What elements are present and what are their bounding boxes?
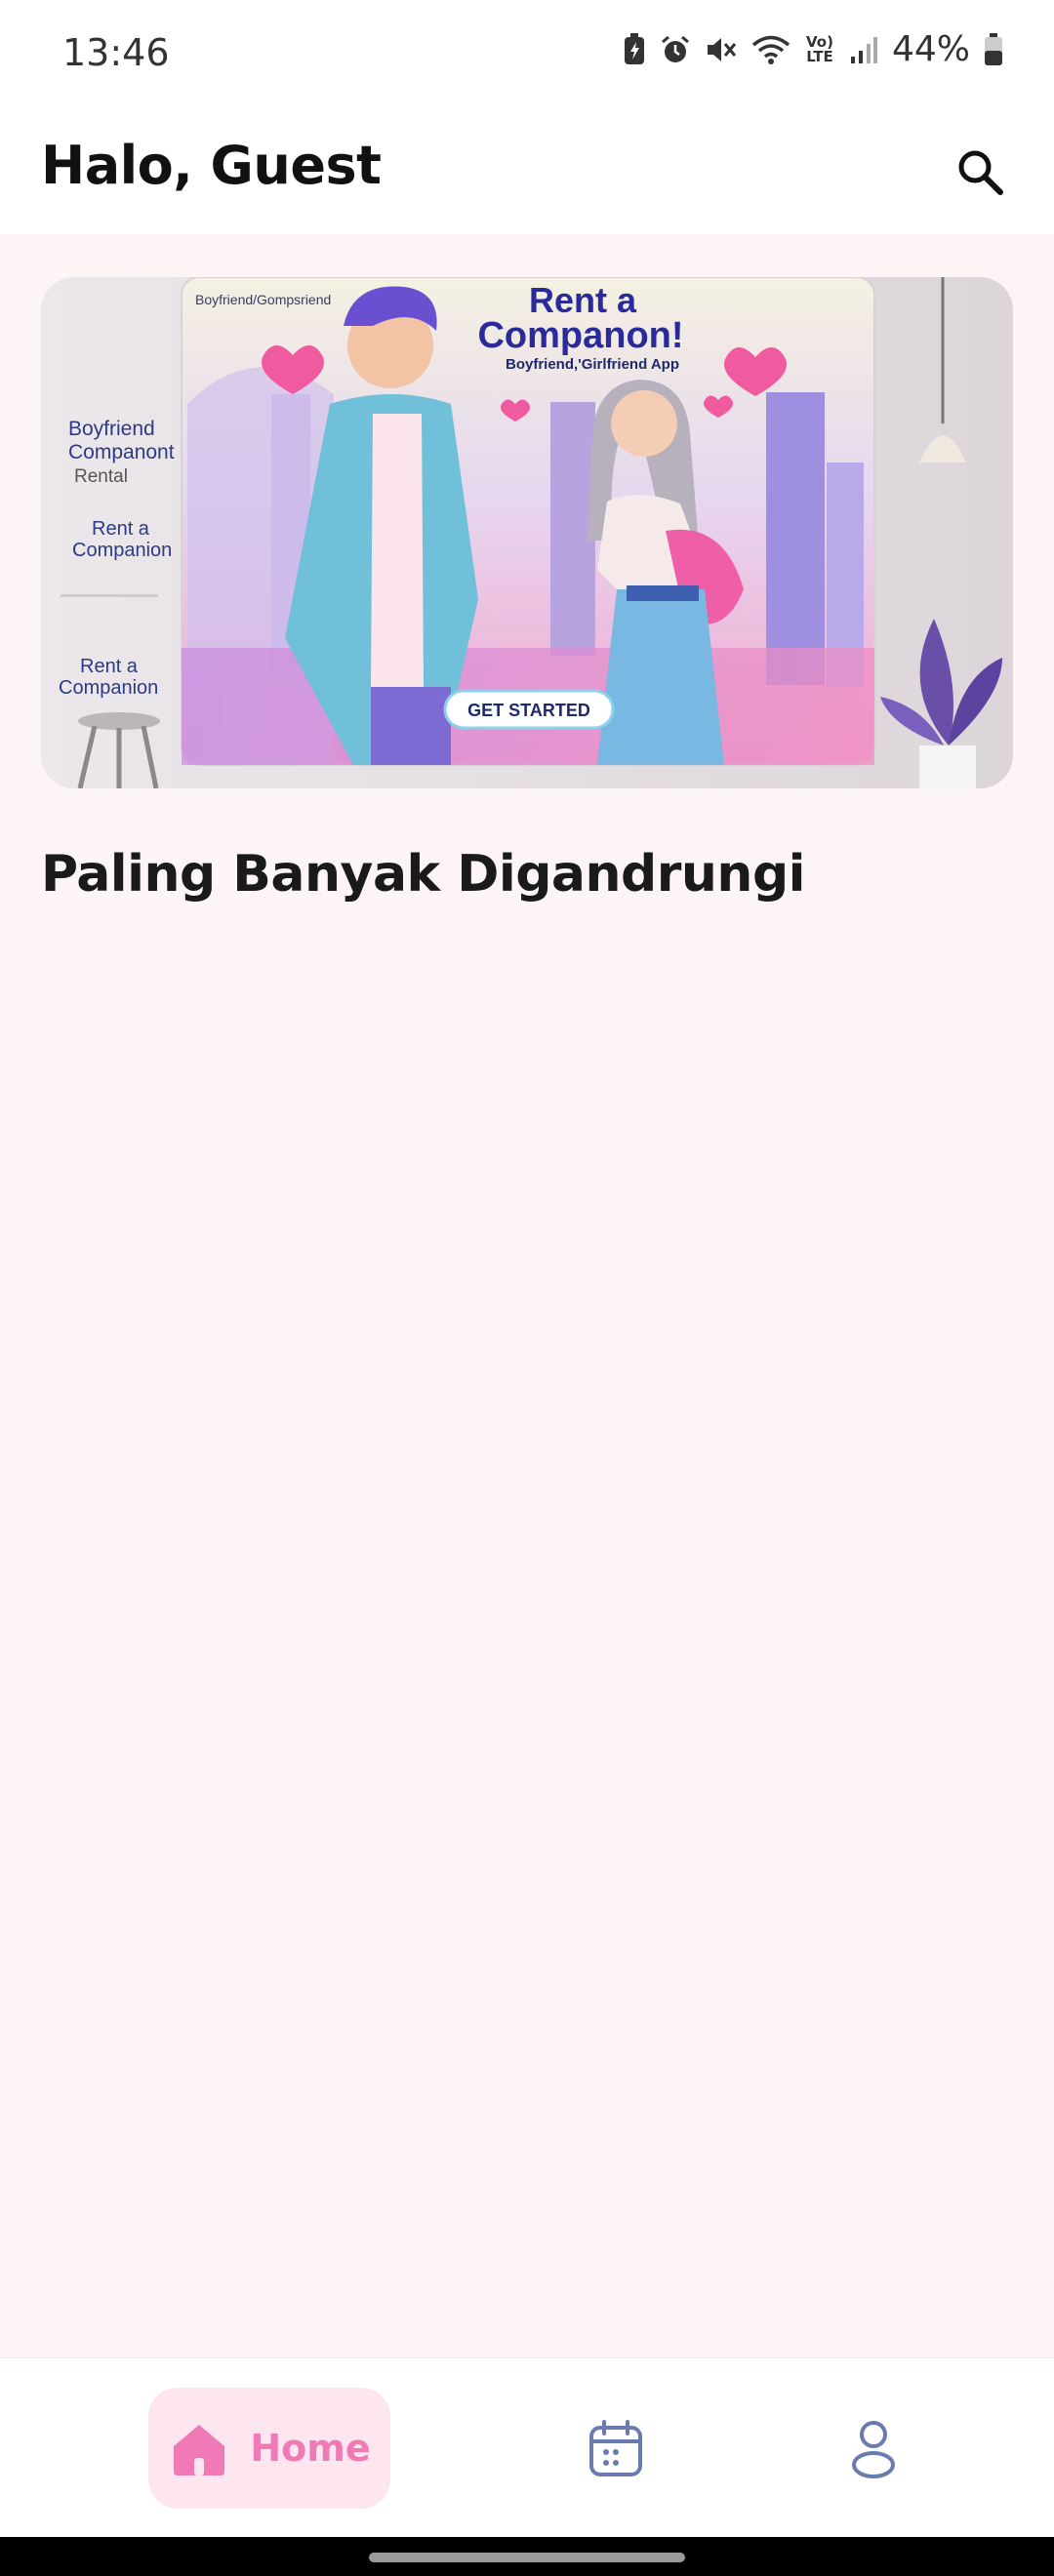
home-icon bbox=[174, 2425, 225, 2475]
status-bar: 13:46 Vo) LTE 44% bbox=[0, 0, 1054, 107]
wall-text-2b: Companion bbox=[72, 540, 172, 561]
banner-subtitle: Boyfriend,'Girlfriend App bbox=[506, 356, 679, 373]
banner-corner-label: Boyfriend/Gompsriend bbox=[195, 292, 331, 307]
search-button[interactable] bbox=[941, 133, 1019, 211]
battery-icon bbox=[984, 32, 1003, 66]
nav-calendar-tab[interactable] bbox=[582, 2415, 650, 2483]
home-gesture-handle[interactable] bbox=[369, 2553, 685, 2562]
search-icon bbox=[958, 150, 1003, 195]
profile-icon bbox=[852, 2421, 895, 2478]
signal-icon bbox=[849, 35, 878, 64]
greeting-title: Halo, Guest bbox=[41, 135, 382, 196]
status-time: 13:46 bbox=[62, 31, 170, 74]
bottom-navigation: Home bbox=[0, 2357, 1054, 2538]
promo-banner[interactable]: Boyfriend Companont Rental Rent a Compan… bbox=[41, 277, 1013, 788]
wall-text-3: Rent a bbox=[80, 656, 139, 677]
nav-home-label: Home bbox=[250, 2427, 371, 2470]
main-content: Boyfriend Companont Rental Rent a Compan… bbox=[0, 234, 1054, 2357]
calendar-icon bbox=[589, 2420, 642, 2476]
banner-headline-2: Companon! bbox=[477, 315, 683, 356]
section-title-popular: Paling Banyak Digandrungi bbox=[41, 845, 806, 904]
wall-text-3b: Companion bbox=[59, 677, 158, 699]
wall-text-1: Boyfriend bbox=[68, 418, 155, 440]
wall-text-1c: Rental bbox=[74, 466, 128, 487]
system-nav-bar bbox=[0, 2537, 1054, 2576]
volte-icon: Vo) LTE bbox=[806, 32, 833, 65]
alarm-icon bbox=[660, 34, 691, 65]
banner-headline-1: Rent a bbox=[529, 280, 637, 320]
status-icons: Vo) LTE 44% bbox=[623, 29, 1003, 69]
nav-home-tab[interactable]: Home bbox=[148, 2388, 390, 2509]
wifi-icon bbox=[751, 34, 790, 65]
app-header: Halo, Guest bbox=[0, 107, 1054, 234]
wall-text-1b: Companont bbox=[68, 441, 175, 463]
banner-illustration: Boyfriend Companont Rental Rent a Compan… bbox=[41, 277, 1013, 788]
nav-profile-tab[interactable] bbox=[839, 2415, 908, 2483]
wall-text-2: Rent a bbox=[92, 518, 150, 540]
battery-percent: 44% bbox=[891, 29, 970, 69]
mute-icon bbox=[705, 34, 738, 65]
get-started-label: GET STARTED bbox=[467, 701, 590, 720]
battery-saver-icon bbox=[623, 32, 646, 66]
